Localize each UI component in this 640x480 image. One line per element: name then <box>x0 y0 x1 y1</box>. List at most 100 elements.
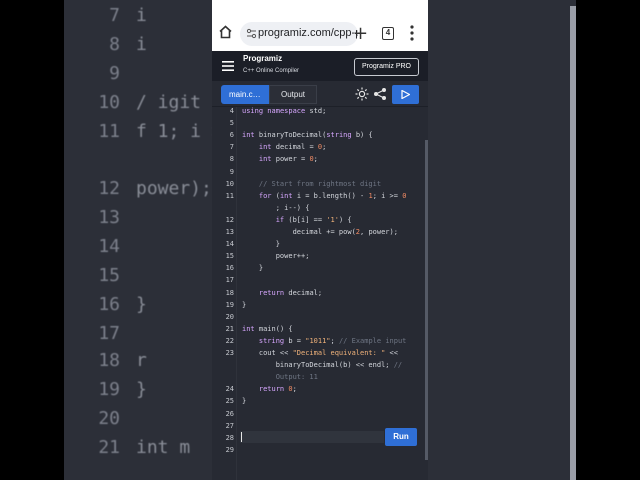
code-line[interactable]: int decimal = 0; <box>242 143 326 151</box>
line-number: 25 <box>225 397 234 406</box>
hamburger-menu-icon[interactable] <box>222 61 234 71</box>
code-line[interactable]: if (b[i] == '1') { <box>242 216 352 224</box>
background-line-number: 13 <box>98 207 120 228</box>
background-line-number: 19 <box>98 379 120 400</box>
background-code-text: int m <box>136 437 191 458</box>
line-number: 11 <box>225 191 234 200</box>
code-line[interactable]: int main() { <box>242 325 293 333</box>
line-number: 29 <box>225 445 234 454</box>
tab-main-file[interactable]: main.c… <box>221 85 269 104</box>
line-number: 19 <box>225 300 234 309</box>
line-number: 10 <box>225 179 234 188</box>
background-code-line: 10 / igit <box>64 92 201 121</box>
code-line[interactable]: ; i--) { <box>242 204 310 212</box>
gutter-divider <box>236 107 237 480</box>
new-tab-button[interactable]: + <box>353 22 368 46</box>
phone-screen: programiz.com/cpp-p + 4 Programiz C++ On… <box>212 0 428 480</box>
line-number: 26 <box>225 409 234 418</box>
code-line[interactable]: return 0; <box>242 385 297 393</box>
line-number: 23 <box>225 349 234 357</box>
background-line-number: 17 <box>98 323 120 344</box>
line-number: 15 <box>225 252 234 261</box>
run-play-button[interactable] <box>392 85 419 104</box>
tab-output[interactable]: Output <box>269 85 317 104</box>
line-number: 28 <box>225 433 234 442</box>
share-icon[interactable] <box>373 87 387 101</box>
background-code-line: 19} <box>64 379 147 408</box>
background-code-line: 12 power); <box>64 178 212 207</box>
more-menu-icon[interactable] <box>409 24 415 42</box>
background-line-number: 9 <box>109 63 120 84</box>
programiz-logo[interactable]: Programiz <box>243 54 282 63</box>
text-caret <box>241 432 242 442</box>
line-number: 9 <box>229 167 234 176</box>
code-line[interactable]: } <box>242 397 246 405</box>
background-code-line: 20 <box>64 408 120 437</box>
code-line[interactable]: binaryToDecimal(b) << endl; // <box>242 361 402 369</box>
line-number: 27 <box>225 421 234 430</box>
code-line[interactable]: decimal += pow(2, power); <box>242 228 398 236</box>
background-code-line: 14 <box>64 236 120 265</box>
play-icon <box>401 90 410 99</box>
background-line-number: 11 <box>98 121 120 142</box>
background-scrollbar <box>570 6 576 480</box>
background-code-line: 13 <box>64 207 120 236</box>
line-number: 4 <box>229 107 234 115</box>
editor-scrollbar[interactable] <box>425 140 428 460</box>
programiz-pro-button[interactable]: Programiz PRO <box>354 58 419 76</box>
line-number: 6 <box>229 131 234 140</box>
background-line-number: 18 <box>98 350 120 371</box>
background-code-line: 17 <box>64 323 120 352</box>
code-line[interactable]: power++; <box>242 252 310 260</box>
site-settings-icon[interactable] <box>246 28 257 39</box>
browser-toolbar: programiz.com/cpp-p + 4 <box>212 0 428 51</box>
line-number: 22 <box>225 336 234 345</box>
line-number: 20 <box>225 312 234 321</box>
code-line[interactable]: // Start from rightmost digit <box>242 180 381 188</box>
background-line-number: 10 <box>98 92 120 113</box>
line-number: 12 <box>225 215 234 224</box>
background-code-text: } <box>136 294 147 315</box>
background-code-text: r <box>136 350 147 371</box>
run-button[interactable]: Run <box>385 428 417 446</box>
background-line-number: 21 <box>98 437 120 458</box>
line-number: 16 <box>225 264 234 273</box>
address-bar[interactable]: programiz.com/cpp-p <box>240 22 358 46</box>
code-editor[interactable]: Run 4 using namespace std; 5 6 int binaryToD… <box>212 107 428 480</box>
code-line[interactable]: Output: 11 <box>242 373 318 381</box>
background-code-line: 8i <box>64 34 147 63</box>
background-code-line: 18 r <box>64 350 147 379</box>
line-number: 7 <box>229 143 234 152</box>
theme-toggle-icon[interactable] <box>355 87 369 101</box>
background-code-line: 16} <box>64 294 147 323</box>
background-line-number: 16 <box>98 294 120 315</box>
code-line[interactable]: string b = "1011"; // Example input <box>242 337 407 345</box>
home-icon[interactable] <box>219 25 232 39</box>
app-header: Programiz C++ Online Compiler Programiz … <box>212 51 428 81</box>
line-number: 17 <box>225 276 234 285</box>
background-code-text: i <box>136 34 147 55</box>
tab-count-button[interactable]: 4 <box>382 27 394 40</box>
background-code-line: 21 int m <box>64 437 190 466</box>
code-line[interactable]: } <box>242 240 280 248</box>
code-line[interactable]: return decimal; <box>242 289 322 297</box>
background-line-number: 8 <box>109 34 120 55</box>
code-line[interactable]: for (int i = b.length() - 1; i >= 0 <box>242 192 407 200</box>
line-number: 5 <box>229 119 234 128</box>
line-number: 8 <box>229 155 234 164</box>
background-line-number: 7 <box>109 5 120 26</box>
background-code-text: / igit <box>136 92 202 113</box>
code-line[interactable]: using namespace std; <box>242 107 326 115</box>
code-line[interactable]: int power = 0; <box>242 155 318 163</box>
background-code-text: power); <box>136 178 212 199</box>
background-line-number: 12 <box>98 178 120 199</box>
code-line[interactable]: int binaryToDecimal(string b) { <box>242 131 373 139</box>
code-line[interactable]: } <box>242 264 263 272</box>
background-code-line: 15 <box>64 265 120 294</box>
background-line-number: 20 <box>98 408 120 429</box>
line-number: 24 <box>225 385 234 394</box>
code-line[interactable]: } <box>242 301 246 309</box>
line-number: 14 <box>225 240 234 249</box>
line-number: 21 <box>225 324 234 333</box>
code-line[interactable]: cout << "Decimal equivalent: " << <box>242 349 398 357</box>
